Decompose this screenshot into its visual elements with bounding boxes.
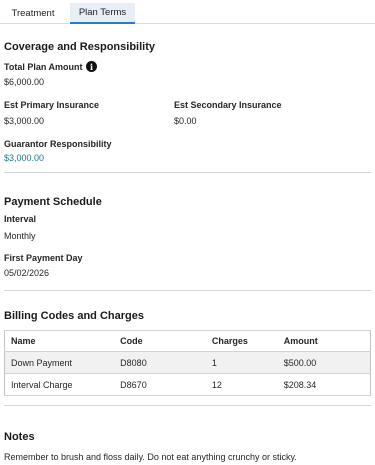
- table-row: Interval Charge D8670 12 $208.34: [4, 373, 371, 396]
- tab-bar: Treatment Plan Terms: [0, 0, 375, 24]
- total-plan-amount-value: $6,000.00: [4, 77, 45, 87]
- tab-treatment[interactable]: Treatment: [0, 3, 66, 24]
- notes-text: Remember to brush and floss daily. Do no…: [4, 452, 297, 462]
- table-header-row: Name Code Charges Amount: [4, 330, 371, 352]
- table-cell-name: Down Payment: [4, 351, 115, 374]
- table-cell-charges: 1: [205, 351, 278, 374]
- column-header-name: Name: [4, 330, 115, 352]
- info-icon[interactable]: i: [86, 61, 97, 72]
- section-divider: [4, 405, 371, 406]
- payment-section-title: Payment Schedule: [4, 196, 102, 208]
- notes-section-title: Notes: [4, 431, 35, 443]
- table-cell-amount: $208.34: [277, 373, 371, 396]
- billing-table: Name Code Charges Amount Down Payment D8…: [4, 330, 371, 396]
- first-payment-day-label: First Payment Day: [4, 253, 83, 263]
- interval-label: Interval: [4, 214, 37, 224]
- secondary-insurance-value: $0.00: [174, 116, 197, 126]
- column-header-amount: Amount: [277, 330, 371, 352]
- secondary-insurance-label: Est Secondary Insurance: [174, 100, 282, 110]
- table-cell-charges: 12: [205, 373, 278, 396]
- guarantor-responsibility-label: Guarantor Responsibility: [4, 139, 112, 149]
- guarantor-responsibility-value: $3,000.00: [4, 153, 45, 163]
- total-plan-amount-label: Total Plan Amount: [4, 62, 83, 72]
- first-payment-day-value: 05/02/2026: [4, 268, 50, 278]
- column-header-code: Code: [114, 330, 206, 352]
- primary-insurance-value: $3,000.00: [4, 116, 45, 126]
- table-cell-amount: $500.00: [277, 351, 371, 374]
- primary-insurance-label: Est Primary Insurance: [4, 100, 100, 110]
- table-cell-code: D8670: [114, 373, 206, 396]
- column-header-charges: Charges: [205, 330, 278, 352]
- table-cell-name: Interval Charge: [4, 373, 115, 396]
- interval-value: Monthly: [4, 231, 36, 241]
- section-divider: [4, 172, 371, 173]
- tab-plan-terms[interactable]: Plan Terms: [70, 3, 135, 24]
- table-row: Down Payment D8080 1 $500.00: [4, 351, 371, 374]
- billing-section-title: Billing Codes and Charges: [4, 310, 144, 322]
- coverage-section-title: Coverage and Responsibility: [4, 41, 155, 53]
- section-divider: [4, 290, 371, 291]
- table-cell-code: D8080: [114, 351, 206, 374]
